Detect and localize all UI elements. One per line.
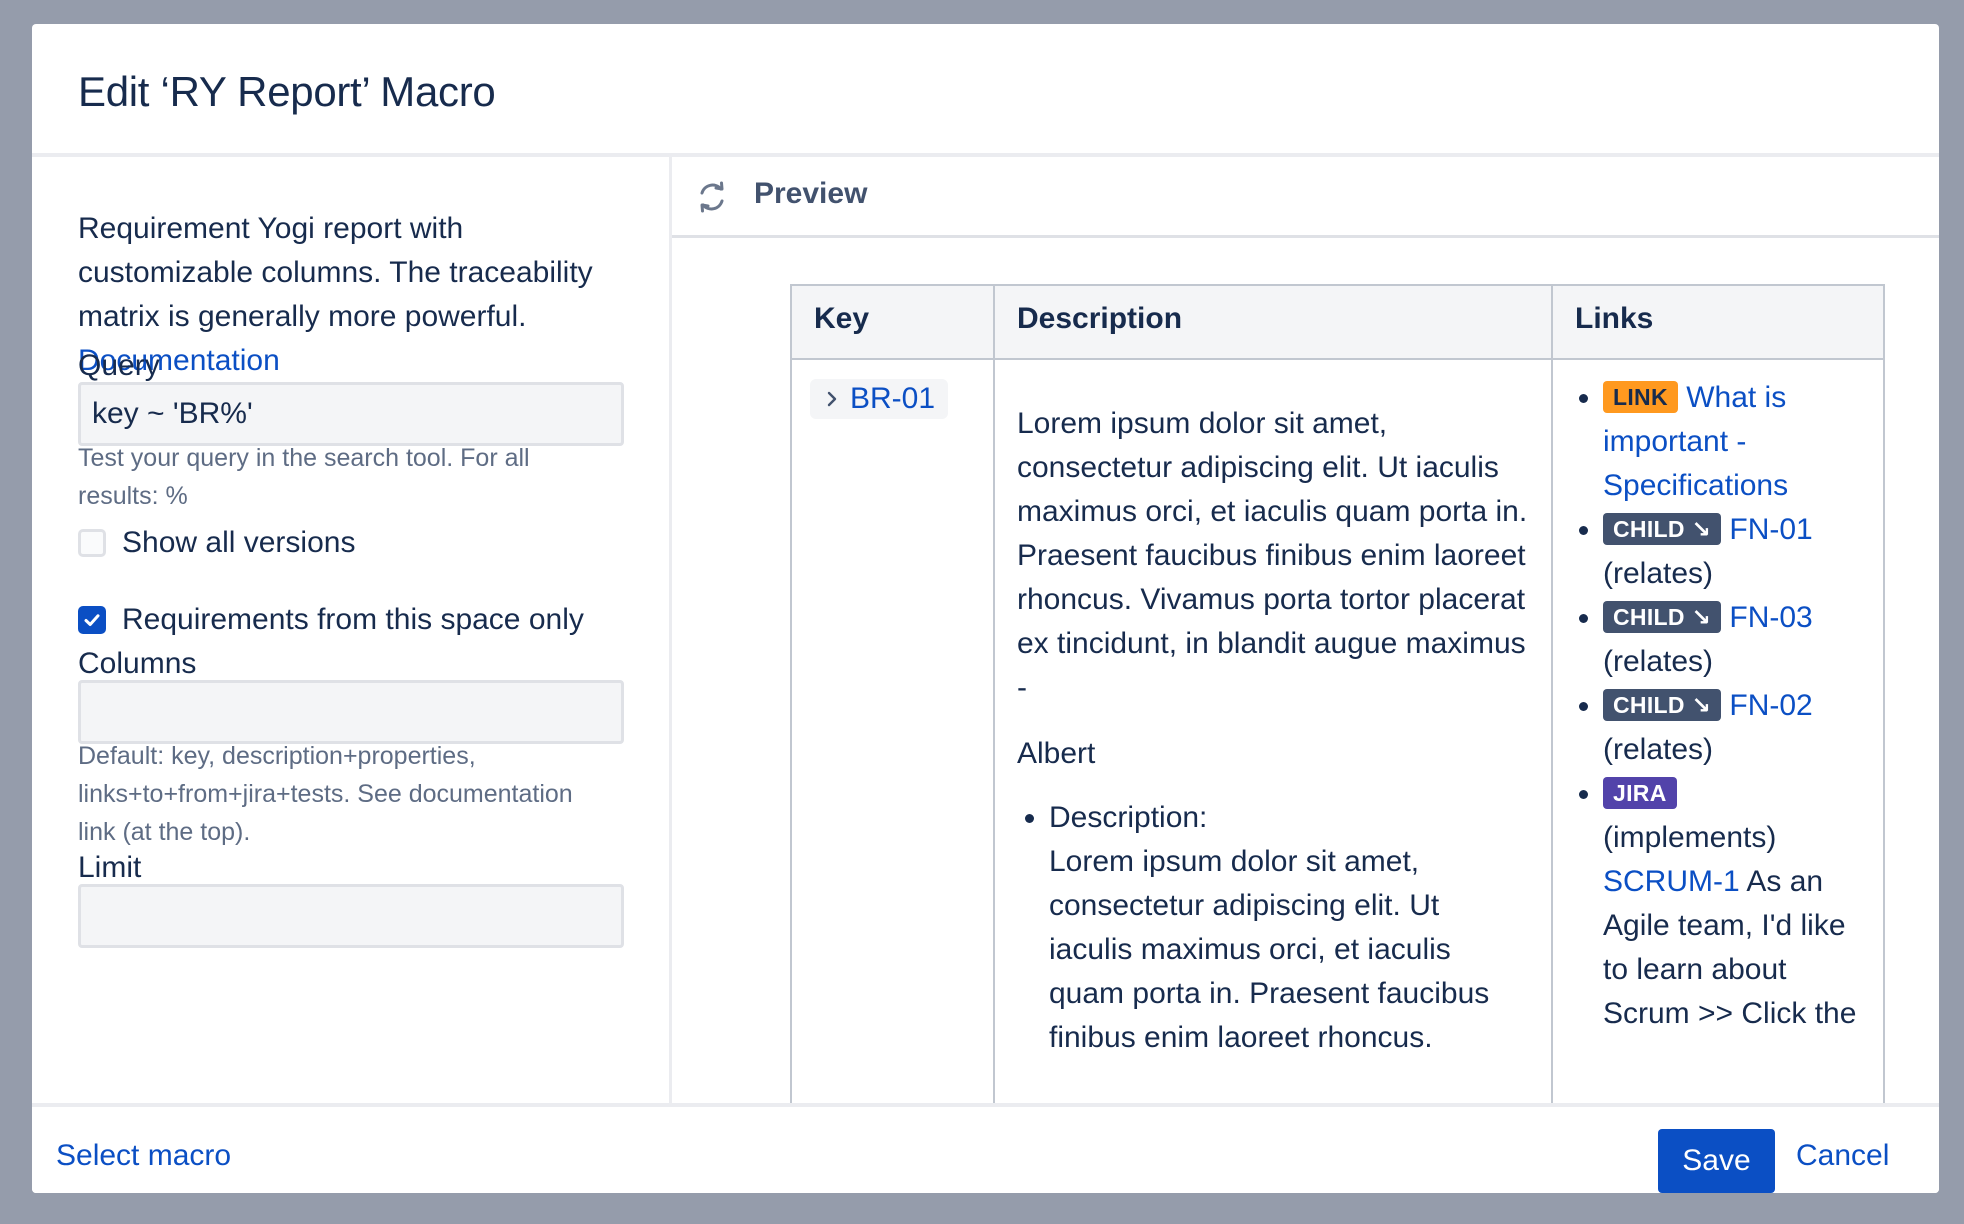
child-badge: CHILD ↘ (1603, 601, 1722, 633)
checkbox-checked-icon[interactable] (78, 606, 106, 634)
checkbox-unchecked-icon[interactable] (78, 529, 106, 557)
links-list: LINK What is important - Specifications … (1575, 376, 1861, 1036)
description-cell: Lorem ipsum dolor sit amet, consectetur … (993, 358, 1553, 1103)
save-button[interactable]: Save (1658, 1129, 1775, 1193)
checkmark-icon (84, 614, 100, 626)
chevron-right-icon (827, 391, 837, 407)
preview-title: Preview (754, 177, 868, 210)
property-list: Description: Lorem ipsum dolor sit amet,… (1017, 796, 1529, 1060)
list-item: CHILD ↘ FN-02 (relates) (1603, 684, 1861, 772)
refresh-icon[interactable] (694, 179, 730, 215)
child-badge: CHILD ↘ (1603, 689, 1722, 721)
key-cell: BR-01 (790, 358, 995, 1103)
macro-description-text: Requirement Yogi report with customizabl… (78, 212, 593, 333)
cancel-button[interactable]: Cancel (1796, 1139, 1889, 1173)
requirement-key-link[interactable]: BR-01 (850, 377, 935, 421)
dialog-title: Edit ‘RY Report’ Macro (78, 68, 496, 115)
list-item: LINK What is important - Specifications (1603, 376, 1861, 508)
select-macro-link[interactable]: Select macro (56, 1139, 231, 1173)
property-value: Lorem ipsum dolor sit amet, consectetur … (1049, 845, 1490, 1054)
link-relation: (relates) (1603, 733, 1714, 766)
link-relation: (relates) (1603, 645, 1714, 678)
jira-issue-link[interactable]: SCRUM-1 (1603, 865, 1740, 898)
edit-macro-dialog: Edit ‘RY Report’ Macro Requirement Yogi … (32, 24, 1939, 1193)
column-header-key: Key (790, 284, 995, 360)
link-target[interactable]: FN-01 (1729, 513, 1812, 546)
column-header-description: Description (993, 284, 1553, 360)
show-all-versions-checkbox[interactable]: Show all versions (78, 523, 355, 563)
property-label: Description: (1049, 801, 1208, 834)
show-all-versions-label: Show all versions (122, 526, 356, 559)
list-item: JIRA (implements) SCRUM-1 As an Agile te… (1603, 772, 1861, 1036)
jira-relation: (implements) (1603, 821, 1777, 854)
requirement-description: Lorem ipsum dolor sit amet, consectetur … (1017, 407, 1528, 704)
link-target[interactable]: FN-02 (1729, 689, 1812, 722)
query-input[interactable] (78, 382, 624, 446)
report-table: Key Description Links BR-01 Lorem ipsum … (790, 284, 1885, 1103)
column-header-links: Links (1551, 284, 1885, 360)
limit-label: Limit (78, 851, 142, 884)
link-relation: (relates) (1603, 557, 1714, 590)
macro-description: Requirement Yogi report with customizabl… (78, 207, 638, 383)
table-header-row: Key Description Links (790, 284, 1885, 360)
dialog-header: Edit ‘RY Report’ Macro (32, 24, 1939, 157)
dialog-footer: Select macro Save Cancel (32, 1103, 1939, 1193)
requirement-key-chip[interactable]: BR-01 (810, 377, 949, 421)
link-badge: LINK (1603, 381, 1678, 413)
list-item: CHILD ↘ FN-01 (relates) (1603, 508, 1861, 596)
query-label: Query (78, 349, 160, 382)
child-badge: CHILD ↘ (1603, 513, 1722, 545)
preview-header: Preview (672, 157, 1939, 238)
limit-input[interactable] (78, 884, 624, 948)
query-help: Test your query in the search tool. For … (78, 444, 530, 510)
requirement-author: Albert (1017, 737, 1096, 770)
columns-help: Default: key, description+properties, li… (78, 742, 573, 846)
link-target[interactable]: FN-03 (1729, 601, 1812, 634)
property-item: Description: Lorem ipsum dolor sit amet,… (1049, 796, 1529, 1060)
space-only-checkbox[interactable]: Requirements from this space only (78, 600, 584, 640)
jira-badge: JIRA (1603, 777, 1677, 809)
space-only-label: Requirements from this space only (122, 603, 584, 636)
table-row: BR-01 Lorem ipsum dolor sit amet, consec… (790, 358, 1885, 1103)
preview-body: Key Description Links BR-01 Lorem ipsum … (672, 238, 1939, 1103)
columns-input[interactable] (78, 680, 624, 744)
macro-parameters-pane: Requirement Yogi report with customizabl… (32, 157, 669, 1103)
links-cell: LINK What is important - Specifications … (1551, 358, 1885, 1103)
list-item: CHILD ↘ FN-03 (relates) (1603, 596, 1861, 684)
columns-label: Columns (78, 647, 197, 680)
